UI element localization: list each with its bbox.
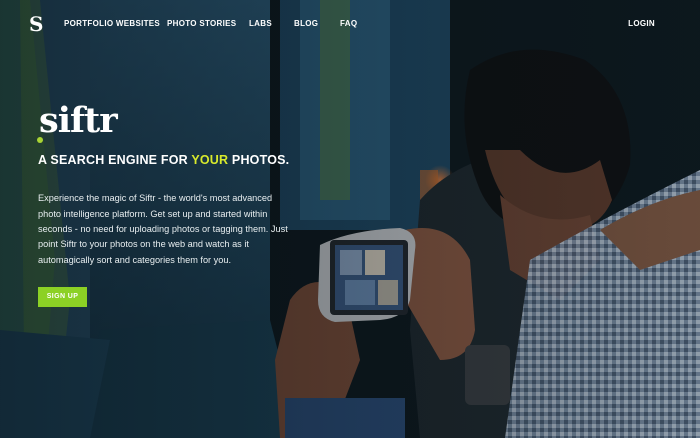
brand-wordmark: siftr (39, 100, 118, 141)
headline-prefix: A SEARCH ENGINE FOR (38, 153, 192, 167)
nav-labs[interactable]: LABS (249, 19, 272, 28)
nav-faq[interactable]: FAQ (340, 19, 357, 28)
top-navigation: S PORTFOLIO WEBSITES PHOTO STORIES LABS … (0, 0, 700, 48)
siftr-logo-mark[interactable]: S (29, 13, 43, 35)
nav-photo-stories[interactable]: PHOTO STORIES (167, 19, 236, 28)
hero-headline: A SEARCH ENGINE FOR YOUR PHOTOS. (38, 153, 289, 167)
hero-description: Experience the magic of Siftr - the worl… (38, 193, 288, 265)
sign-up-button[interactable]: SIGN UP (38, 287, 87, 307)
login-link[interactable]: LOGIN (628, 19, 655, 28)
nav-portfolio-websites[interactable]: PORTFOLIO WEBSITES (64, 19, 160, 28)
nav-blog[interactable]: BLOG (294, 19, 318, 28)
headline-suffix: PHOTOS. (228, 153, 290, 167)
headline-highlight: YOUR (191, 153, 229, 167)
